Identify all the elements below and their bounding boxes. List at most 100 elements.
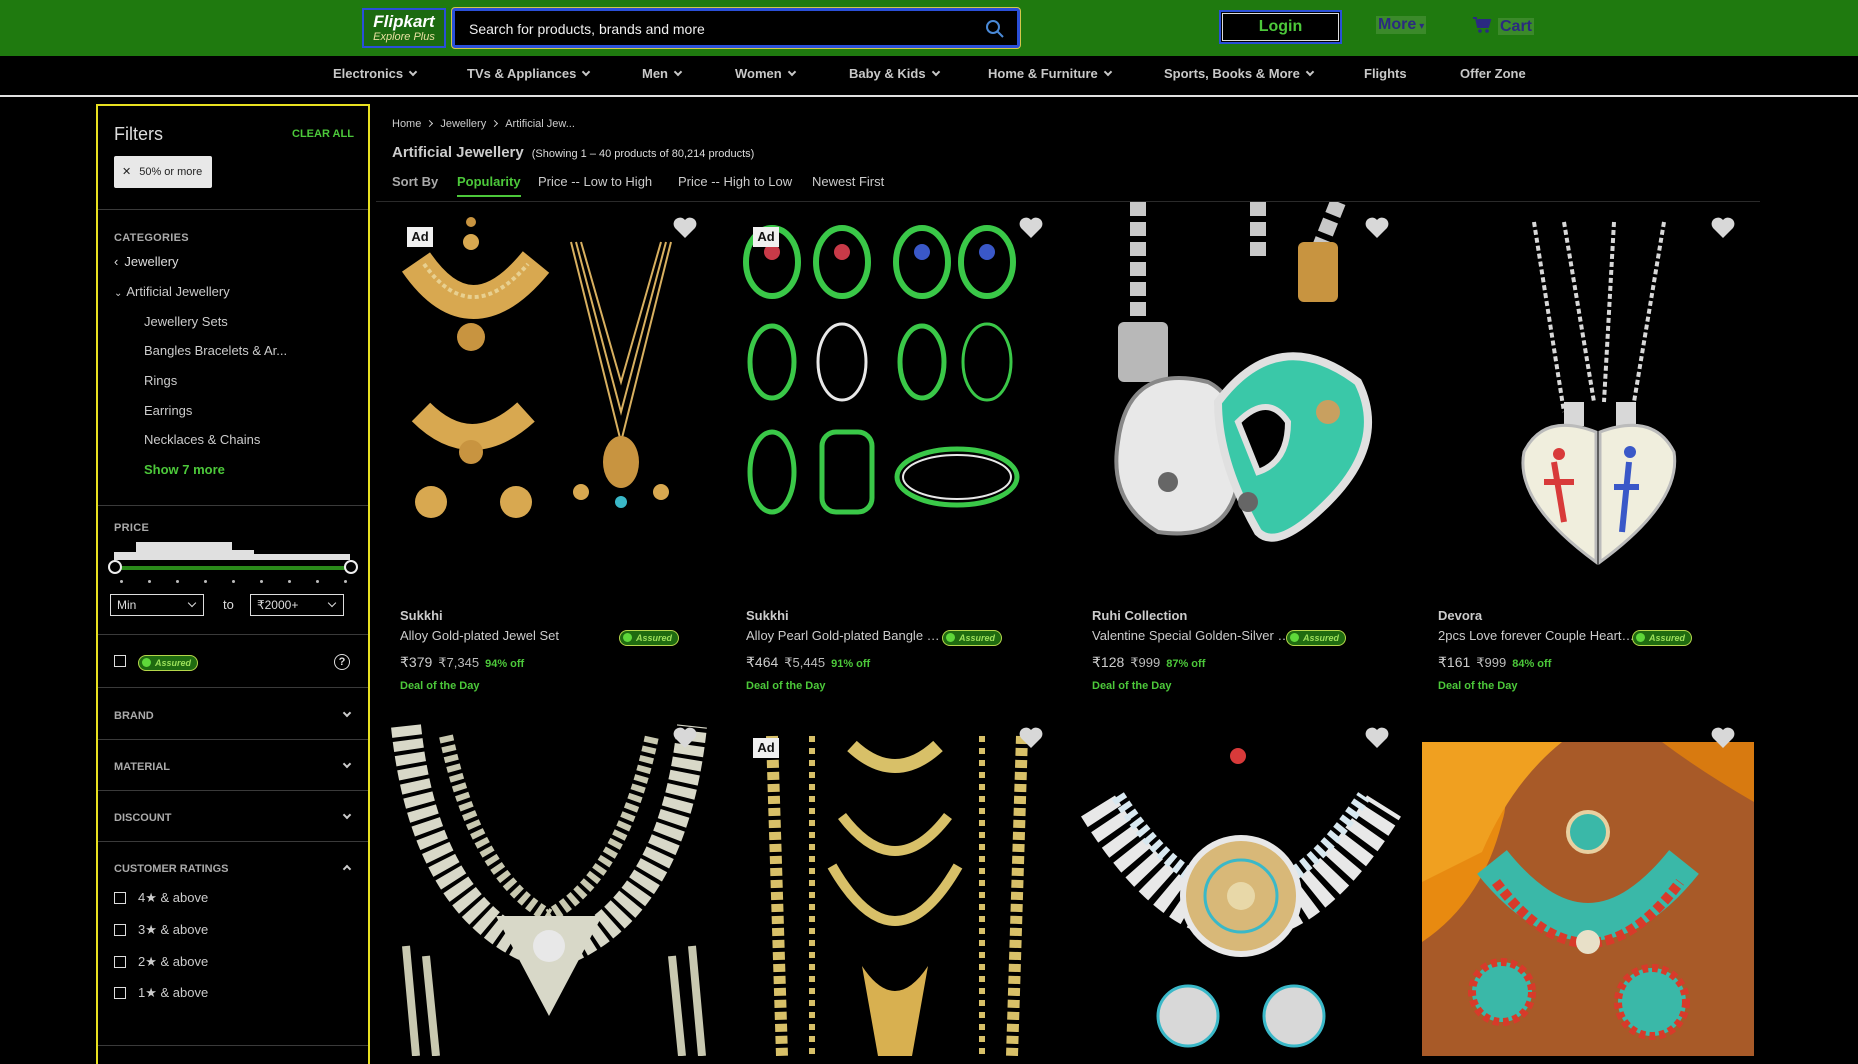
search-icon[interactable] <box>985 19 1005 39</box>
nav-tvs-appliances[interactable]: TVs & Appliances <box>467 66 591 81</box>
subcategory-rings[interactable]: Rings <box>144 373 177 388</box>
product-image[interactable] <box>1422 742 1754 1056</box>
nav-sports-books[interactable]: Sports, Books & More <box>1164 66 1315 81</box>
product-image[interactable] <box>1078 716 1404 1056</box>
category-parent-jewellery[interactable]: ‹ Jewellery <box>114 254 179 269</box>
wishlist-heart-icon[interactable] <box>1710 726 1736 750</box>
chevron-down-icon <box>342 708 352 718</box>
product-card[interactable] <box>376 716 722 1056</box>
wishlist-heart-icon[interactable] <box>1018 216 1044 240</box>
product-price: ₹128 ₹999 87% off <box>1092 654 1206 670</box>
nav-home-furniture[interactable]: Home & Furniture <box>988 66 1113 81</box>
product-image[interactable] <box>732 202 1058 582</box>
wishlist-heart-icon[interactable] <box>672 216 698 240</box>
product-card[interactable]: Ad Sukkhi Alloy Pearl Gold-plated Bangle… <box>722 202 1068 702</box>
product-image[interactable] <box>1424 202 1750 582</box>
price-to-label: to <box>223 597 234 612</box>
product-listing: Home Jewellery Artificial Jew... Artificia… <box>376 104 1760 1064</box>
ad-badge: Ad <box>407 227 433 247</box>
flipkart-logo[interactable]: Flipkart Explore Plus <box>362 8 446 48</box>
sort-price-high-low[interactable]: Price -- High to Low <box>678 174 792 189</box>
product-image[interactable] <box>386 202 712 582</box>
product-name[interactable]: Valentine Special Golden-Silver Br... <box>1092 628 1292 643</box>
price-slider-max-handle[interactable] <box>344 560 358 574</box>
chevron-down-icon <box>187 598 197 608</box>
rating-2-checkbox[interactable] <box>114 956 126 968</box>
rating-2-label[interactable]: 2★ & above <box>138 954 208 970</box>
assured-badge: Assured <box>1286 630 1347 646</box>
rating-1-checkbox[interactable] <box>114 987 126 999</box>
chevron-down-icon <box>408 67 418 77</box>
breadcrumb-jewellery[interactable]: Jewellery <box>440 118 486 130</box>
rating-4-label[interactable]: 4★ & above <box>138 890 208 906</box>
wishlist-heart-icon[interactable] <box>1018 726 1044 750</box>
price-slider-ticks <box>120 580 350 584</box>
chevron-down-icon <box>327 598 337 608</box>
price-max-select[interactable]: ₹2000+ <box>250 594 344 616</box>
cart-link[interactable]: Cart <box>1472 16 1535 36</box>
clear-all-button[interactable]: CLEAR ALL <box>292 128 354 140</box>
more-menu[interactable]: More ▾ <box>1376 16 1427 34</box>
breadcrumb-current: Artificial Jew... <box>505 118 575 130</box>
nav-flights[interactable]: Flights <box>1364 66 1407 81</box>
rating-3-label[interactable]: 3★ & above <box>138 922 208 938</box>
nav-electronics[interactable]: Electronics <box>333 66 418 81</box>
product-card[interactable]: Ruhi Collection Valentine Special Golden… <box>1068 202 1414 702</box>
show-more-categories[interactable]: Show 7 more <box>144 462 225 477</box>
rating-4-checkbox[interactable] <box>114 892 126 904</box>
product-card[interactable]: Ad <box>722 716 1068 1056</box>
search-input[interactable] <box>469 19 969 39</box>
price-slider-track[interactable] <box>114 566 352 570</box>
wishlist-heart-icon[interactable] <box>1364 726 1390 750</box>
help-icon[interactable]: ? <box>334 654 350 670</box>
product-name[interactable]: 2pcs Love forever Couple Heart p... <box>1438 628 1638 643</box>
result-count: (Showing 1 – 40 products of 80,214 produ… <box>531 148 755 160</box>
wishlist-heart-icon[interactable] <box>672 726 698 750</box>
chevron-down-icon: ⌄ <box>114 288 123 299</box>
assured-checkbox[interactable] <box>114 655 126 667</box>
brand-section[interactable]: BRAND <box>98 688 368 740</box>
subcategory-bangles[interactable]: Bangles Bracelets & Ar... <box>144 343 287 358</box>
sort-newest-first[interactable]: Newest First <box>812 174 884 189</box>
product-brand: Ruhi Collection <box>1092 608 1188 623</box>
product-name[interactable]: Alloy Gold-plated Jewel Set <box>400 628 600 643</box>
product-image[interactable] <box>386 716 712 1056</box>
wishlist-heart-icon[interactable] <box>1710 216 1736 240</box>
product-card[interactable] <box>1414 716 1760 1056</box>
chevron-down-icon <box>342 810 352 820</box>
discount-section[interactable]: DISCOUNT <box>98 791 368 842</box>
applied-filter-chip[interactable]: ✕ 50% or more <box>114 156 212 188</box>
chevron-up-icon[interactable] <box>342 864 352 874</box>
more-label: More <box>1378 16 1417 33</box>
subcategory-necklaces[interactable]: Necklaces & Chains <box>144 432 260 447</box>
ratings-heading[interactable]: CUSTOMER RATINGS <box>114 863 229 875</box>
sort-popularity[interactable]: Popularity <box>457 174 521 197</box>
chevron-down-icon <box>787 67 796 77</box>
nav-baby-kids[interactable]: Baby & Kids <box>849 66 940 81</box>
product-image[interactable] <box>1078 202 1404 582</box>
deal-of-day-label: Deal of the Day <box>1092 680 1172 692</box>
price-min-select[interactable]: Min <box>110 594 204 616</box>
product-card[interactable]: Devora 2pcs Love forever Couple Heart p.… <box>1414 202 1760 702</box>
rating-3-checkbox[interactable] <box>114 924 126 936</box>
subcategory-jewellery-sets[interactable]: Jewellery Sets <box>144 314 228 329</box>
chevron-down-icon: ▾ <box>1419 21 1425 32</box>
close-icon[interactable]: ✕ <box>122 166 131 178</box>
subcategory-earrings[interactable]: Earrings <box>144 403 192 418</box>
material-section[interactable]: MATERIAL <box>98 740 368 791</box>
sort-price-low-high[interactable]: Price -- Low to High <box>538 174 652 189</box>
product-card[interactable]: Ad Sukkhi Alloy Gold-plated Jewel Set As… <box>376 202 722 702</box>
rating-1-label[interactable]: 1★ & above <box>138 985 208 1001</box>
breadcrumb-home[interactable]: Home <box>392 118 421 130</box>
login-button[interactable]: Login <box>1219 10 1342 44</box>
wishlist-heart-icon[interactable] <box>1364 216 1390 240</box>
product-name[interactable]: Alloy Pearl Gold-plated Bangle Set <box>746 628 946 643</box>
chevron-down-icon <box>342 759 352 769</box>
price-slider-min-handle[interactable] <box>108 560 122 574</box>
product-card[interactable] <box>1068 716 1414 1056</box>
nav-offer-zone[interactable]: Offer Zone <box>1460 66 1526 81</box>
product-image[interactable] <box>732 716 1058 1056</box>
nav-men[interactable]: Men <box>642 66 683 81</box>
nav-women[interactable]: Women <box>735 66 796 81</box>
category-current[interactable]: ⌄ Artificial Jewellery <box>114 284 230 299</box>
